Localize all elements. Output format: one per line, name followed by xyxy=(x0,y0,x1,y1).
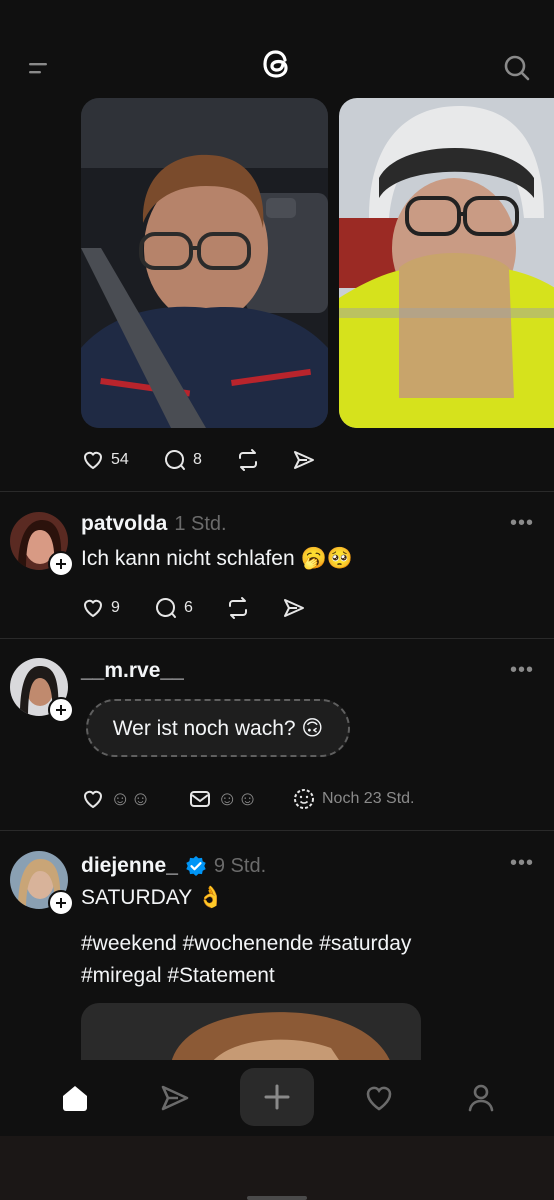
more-options-button[interactable]: ••• xyxy=(510,512,534,535)
repost-button[interactable] xyxy=(225,596,251,620)
like-count: 9 xyxy=(111,599,120,616)
nav-create[interactable] xyxy=(240,1068,314,1126)
follow-button[interactable] xyxy=(48,697,74,723)
system-navigation-bar xyxy=(0,1136,554,1200)
reaction-faces: ☺☺ xyxy=(110,787,151,810)
search-icon xyxy=(504,55,530,81)
selfie-photo-helmet xyxy=(339,98,554,428)
mail-icon xyxy=(190,791,210,807)
more-options-button[interactable]: ••• xyxy=(510,852,534,875)
gesture-handle[interactable] xyxy=(247,1196,307,1200)
expiry-info: Noch 23 Std. xyxy=(292,787,415,811)
timestamp: 9 Std. xyxy=(213,854,267,877)
share-button[interactable] xyxy=(282,596,306,620)
post-image-1[interactable] xyxy=(81,98,328,428)
heart-icon xyxy=(366,1086,392,1111)
home-icon xyxy=(63,1086,87,1111)
comment-button[interactable]: 6 xyxy=(154,596,193,620)
comment-icon xyxy=(165,450,185,470)
like-button[interactable]: 9 xyxy=(81,596,120,620)
more-options-button[interactable]: ••• xyxy=(510,659,534,682)
post-image-2[interactable] xyxy=(339,98,554,428)
post-image[interactable] xyxy=(81,1003,421,1063)
timer-icon xyxy=(294,789,314,809)
nav-activity[interactable] xyxy=(359,1078,399,1118)
nav-send[interactable] xyxy=(155,1078,195,1118)
create-icon xyxy=(264,1084,290,1110)
timestamp: 1 Std. xyxy=(174,513,227,535)
heart-icon xyxy=(83,790,103,809)
verified-badge-icon xyxy=(186,856,206,876)
plus-icon xyxy=(56,898,66,908)
repost-icon xyxy=(239,449,257,471)
post-header: patvolda 1 Std. xyxy=(81,512,227,540)
comment-count: 8 xyxy=(193,451,202,468)
username[interactable]: __m.rve__ xyxy=(81,659,184,683)
reaction-faces: ☺☺ xyxy=(217,787,258,810)
note-actions: ☺☺ ☺☺ Noch 23 Std. xyxy=(81,785,521,815)
nav-profile[interactable] xyxy=(461,1078,501,1118)
hashtags: #weekend #wochenende #saturday #miregal … xyxy=(81,928,411,992)
nav-home[interactable] xyxy=(55,1078,95,1118)
profile-icon xyxy=(468,1084,494,1112)
plus-icon xyxy=(56,705,66,715)
menu-icon xyxy=(29,63,47,74)
repost-button[interactable] xyxy=(235,448,261,472)
comment-icon xyxy=(156,598,176,618)
post-1-actions: 54 8 xyxy=(81,446,381,476)
menu-button[interactable] xyxy=(22,52,54,84)
like-count: 54 xyxy=(111,451,129,468)
send-icon xyxy=(284,599,304,617)
repost-icon xyxy=(229,597,247,619)
follow-button[interactable] xyxy=(48,890,74,916)
selfie-photo-car xyxy=(81,98,328,428)
hashtag-line[interactable]: #weekend #wochenende #saturday xyxy=(81,928,411,960)
search-button[interactable] xyxy=(499,50,535,86)
like-button[interactable]: 54 xyxy=(81,448,129,472)
plus-icon xyxy=(56,559,66,569)
divider xyxy=(0,638,554,639)
divider xyxy=(0,830,554,831)
note-bubble[interactable]: Wer ist noch wach? 🙃 xyxy=(86,699,350,757)
username[interactable]: diejenne_ xyxy=(81,854,178,878)
expiry-text: Noch 23 Std. xyxy=(322,790,415,807)
comment-count: 6 xyxy=(184,599,193,616)
note-text: Wer ist noch wach? 🙃 xyxy=(112,716,324,740)
heart-icon xyxy=(83,451,103,470)
post-text: Ich kann nicht schlafen 🥱🥺 xyxy=(81,547,353,570)
message-button[interactable]: ☺☺ xyxy=(188,787,258,811)
post-text: SATURDAY 👌 xyxy=(81,886,224,909)
hashtag-line[interactable]: #miregal #Statement xyxy=(81,960,411,992)
username[interactable]: patvolda xyxy=(81,512,167,536)
threads-logo[interactable] xyxy=(257,44,297,84)
post-header: diejenne_ 9 Std. xyxy=(81,852,266,880)
divider xyxy=(0,491,554,492)
post-2-actions: 9 6 xyxy=(81,594,381,624)
share-button[interactable] xyxy=(292,448,316,472)
portrait-photo xyxy=(81,1003,421,1063)
heart-icon xyxy=(83,599,103,618)
comment-button[interactable]: 8 xyxy=(163,448,202,472)
bottom-nav xyxy=(0,1060,554,1136)
threads-logo-icon xyxy=(263,50,288,78)
send-icon xyxy=(294,451,314,469)
send-icon xyxy=(161,1085,189,1111)
like-button[interactable]: ☺☺ xyxy=(81,787,151,811)
follow-button[interactable] xyxy=(48,551,74,577)
